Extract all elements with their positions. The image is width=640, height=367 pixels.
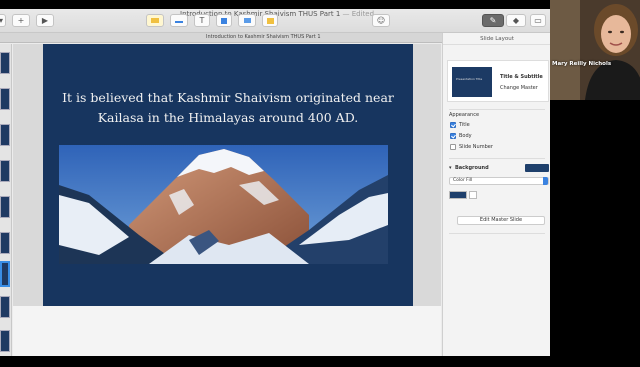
table-icon[interactable] [146, 14, 164, 27]
change-master-button[interactable]: Change Master [500, 85, 538, 91]
title-option-label: Title [459, 122, 470, 128]
add-slide-button[interactable]: + [12, 14, 30, 27]
slide-number-checkbox[interactable] [450, 144, 456, 150]
format-inspector: Slide Layout Presentation Title Title & … [442, 33, 550, 356]
slide-thumbnail[interactable] [0, 160, 10, 182]
divider [449, 233, 545, 234]
divider [449, 158, 545, 159]
slide-body-text[interactable]: It is believed that Kashmir Shaivism ori… [58, 88, 398, 128]
dropdown-arrow-icon [543, 177, 548, 185]
fill-color-well[interactable] [449, 191, 467, 199]
edit-master-slide-button[interactable]: Edit Master Slide [457, 216, 545, 225]
slide[interactable]: It is believed that Kashmir Shaivism ori… [43, 44, 413, 306]
background-label: Background [455, 165, 489, 171]
fill-type-select[interactable]: Color Fill [449, 177, 549, 185]
master-thumbnail: Presentation Title [452, 67, 492, 97]
slide-thumbnail[interactable] [0, 88, 10, 110]
title-checkbox[interactable] [450, 122, 456, 128]
slide-thumbnail[interactable] [0, 196, 10, 218]
slide-thumbnail[interactable] [0, 124, 10, 146]
divider [449, 109, 545, 110]
screen: ▾ + ▶ Introduction to Kashmir Shaivism T… [0, 0, 640, 367]
document-tab[interactable]: Introduction to Kashmir Shaivism THUS Pa… [206, 34, 321, 40]
participant-name: Mary Reilly Nichols [552, 61, 612, 67]
webcam-video: Mary Reilly Nichols [550, 0, 640, 100]
master-name: Title & Subtitle [500, 74, 543, 80]
master-thumb-text: Presentation Title [456, 77, 483, 81]
comment-icon[interactable] [262, 14, 278, 27]
master-preview[interactable]: Presentation Title Title & Subtitle Chan… [447, 60, 549, 102]
slide-thumbnail-selected[interactable] [0, 261, 10, 287]
chart-icon[interactable] [170, 14, 188, 27]
animate-icon[interactable]: ◆ [506, 14, 526, 27]
slide-thumbnail[interactable] [0, 296, 10, 318]
play-button[interactable]: ▶ [36, 14, 54, 27]
background-color-swatch[interactable] [525, 164, 549, 172]
slide-thumbnail[interactable] [0, 52, 10, 74]
slide-canvas[interactable]: It is believed that Kashmir Shaivism ori… [13, 44, 441, 356]
tab-bar: Introduction to Kashmir Shaivism THUS Pa… [0, 33, 442, 43]
mountain-photo[interactable] [59, 145, 388, 264]
toolbar: ▾ + ▶ Introduction to Kashmir Shaivism T… [0, 9, 550, 33]
format-icon[interactable]: ✎ [482, 14, 504, 27]
fill-type-value: Color Fill [453, 178, 473, 183]
media-icon[interactable] [238, 14, 256, 27]
slide-thumbnail[interactable] [0, 232, 10, 254]
body-checkbox[interactable] [450, 133, 456, 139]
slide-number-option-label: Slide Number [459, 144, 493, 150]
chevron-down-icon[interactable]: ▾ [449, 165, 452, 171]
slide-navigator[interactable] [0, 44, 12, 356]
shape-icon[interactable] [216, 14, 232, 27]
inspector-title: Slide Layout [443, 33, 550, 45]
color-picker-icon[interactable] [469, 191, 477, 199]
canvas-margin [13, 306, 441, 356]
keynote-window: ▾ + ▶ Introduction to Kashmir Shaivism T… [0, 9, 550, 356]
text-icon[interactable]: T [194, 14, 210, 27]
edited-indicator: — Edited [342, 10, 375, 18]
document-icon[interactable]: ▭ [530, 14, 546, 27]
collaborate-icon[interactable]: ☺ [372, 14, 390, 27]
slide-thumbnail[interactable] [0, 330, 10, 352]
body-option-label: Body [459, 133, 472, 139]
view-button[interactable]: ▾ [0, 14, 6, 27]
appearance-label: Appearance [449, 112, 480, 118]
